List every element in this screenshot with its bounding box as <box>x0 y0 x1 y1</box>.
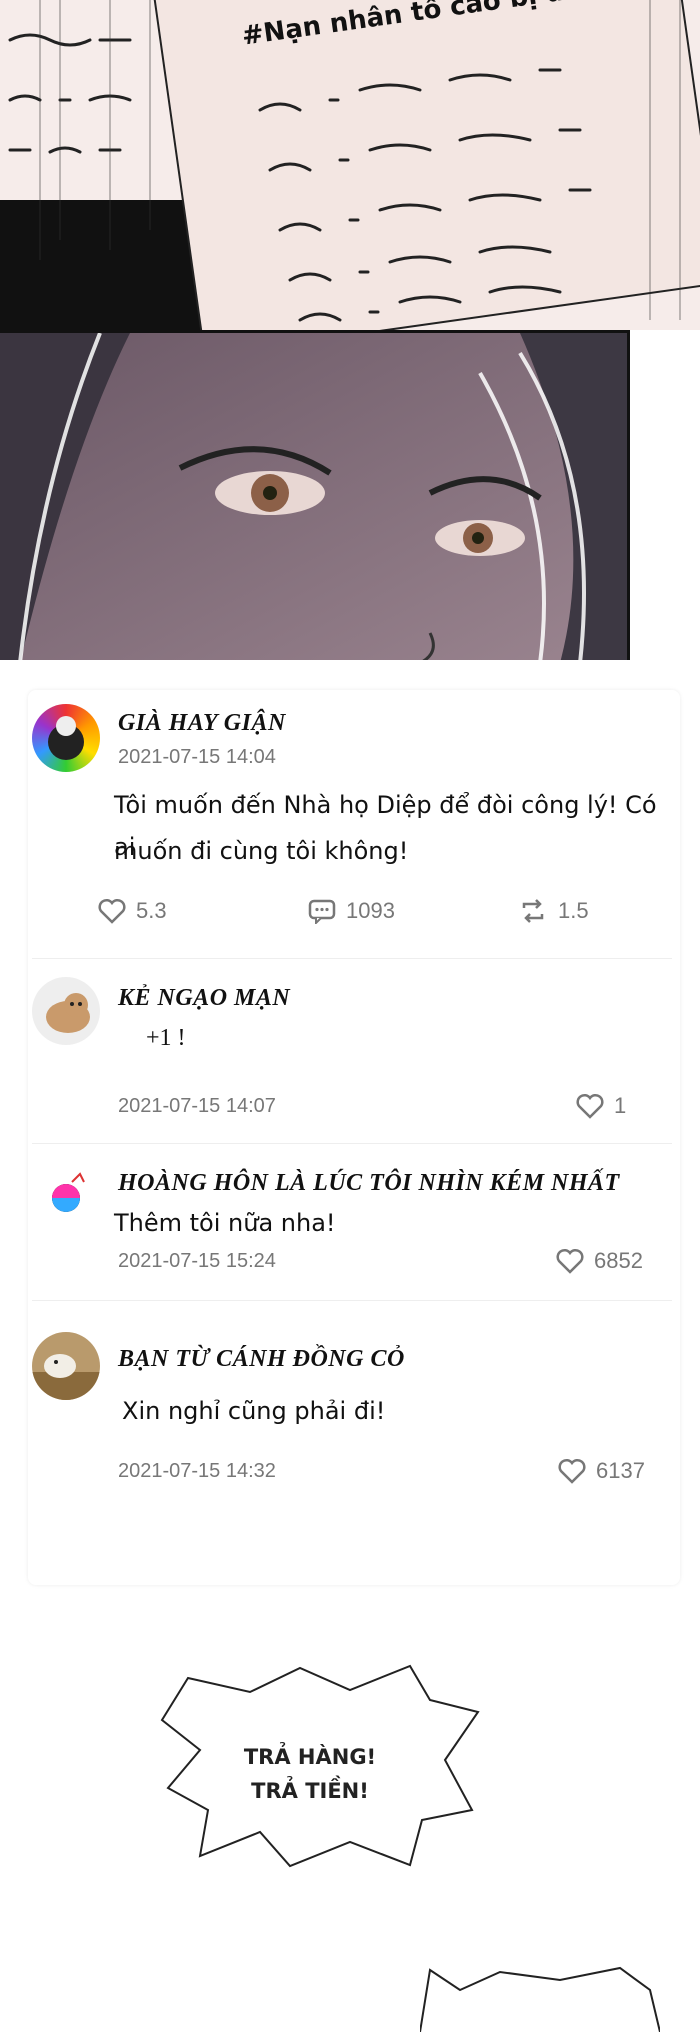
avatar[interactable] <box>32 1332 100 1400</box>
avatar[interactable] <box>32 977 100 1045</box>
bubble-line-1: TRẢ HÀNG! <box>243 1745 377 1769</box>
divider <box>32 1300 672 1301</box>
like-button[interactable]: 5.3 <box>98 898 167 924</box>
comment-date: 2021-07-15 14:07 <box>118 1095 276 1117</box>
avatar[interactable] <box>32 704 100 772</box>
like-count: 6852 <box>594 1248 643 1273</box>
bubble-text: TRẢ HÀNG! TRẢ TIỀN! <box>205 1740 415 1808</box>
bubble-line-2: TRẢ TIỀN! <box>251 1779 369 1803</box>
repost-button[interactable]: 1.5 <box>518 898 589 924</box>
comic-panel-note: #Nạn nhân tố cáo bị ức hiếp <box>0 0 700 330</box>
comment-text-line-2: muốn đi cùng tôi không! <box>114 837 409 865</box>
like-count: 1 <box>614 1093 627 1118</box>
comment-date: 2021-07-15 14:32 <box>118 1460 276 1482</box>
comment-date: 2021-07-15 15:24 <box>118 1250 276 1272</box>
comic-panel-eyes <box>0 330 630 660</box>
comment-icon <box>308 899 336 924</box>
like-count: 5.3 <box>136 898 167 923</box>
repost-icon <box>522 899 544 923</box>
heart-icon <box>98 898 126 924</box>
heart-icon <box>576 1093 604 1119</box>
reply-button[interactable]: 1093 <box>308 898 395 924</box>
divider <box>32 1143 672 1144</box>
reply-count: 1093 <box>346 898 395 923</box>
comment-text: Thêm tôi nữa nha! <box>114 1209 336 1237</box>
scribble-lines <box>8 0 681 322</box>
username[interactable]: Bạn từ cánh đồng cỏ <box>118 1346 405 1373</box>
character-eyes-art <box>0 333 627 660</box>
username[interactable]: Hoàng hôn là lúc tôi nhìn kém nhất <box>118 1170 620 1197</box>
repost-count: 1.5 <box>558 898 589 923</box>
speech-bubble-partial <box>420 1966 660 2032</box>
like-button[interactable]: 1 <box>576 1093 626 1119</box>
comment-text: +1 ! <box>146 1025 186 1051</box>
avatar[interactable] <box>32 1162 100 1230</box>
comment-text: Xin nghỉ cũng phải đi! <box>122 1397 386 1425</box>
comment-card: Già hay giận 2021-07-15 14:04 Tôi muốn đ… <box>28 690 680 1585</box>
comment-date: 2021-07-15 14:04 <box>118 746 276 768</box>
heart-icon <box>556 1248 584 1274</box>
like-count: 6137 <box>596 1458 645 1483</box>
like-button[interactable]: 6852 <box>556 1248 643 1274</box>
like-button[interactable]: 6137 <box>558 1458 645 1484</box>
username[interactable]: Già hay giận <box>118 710 286 737</box>
heart-icon <box>558 1458 586 1484</box>
username[interactable]: Kẻ ngạo mạn <box>118 985 290 1012</box>
divider <box>32 958 672 959</box>
